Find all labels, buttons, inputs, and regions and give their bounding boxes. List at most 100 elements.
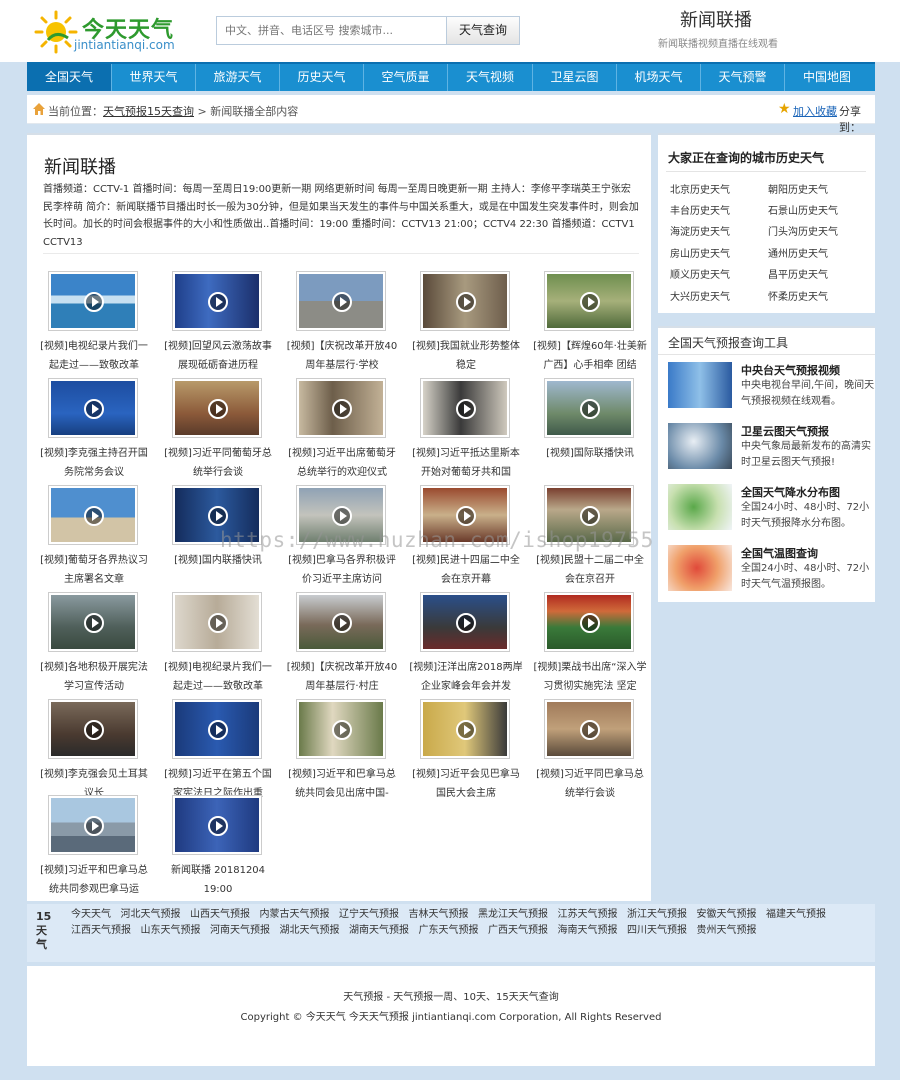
video-item[interactable]: [视频]电视纪录片我们一起走过——致敬改革	[40, 271, 164, 371]
nav-item[interactable]: 世界天气	[112, 64, 195, 91]
province-link[interactable]: 辽宁天气预报	[339, 907, 399, 923]
history-link[interactable]: 海淀历史天气	[670, 223, 730, 238]
province-link[interactable]: 内蒙古天气预报	[260, 907, 330, 923]
video-thumbnail[interactable]	[420, 592, 510, 652]
video-item[interactable]: [视频]葡萄牙各界热议习主席署名文章	[40, 485, 164, 585]
video-thumbnail[interactable]	[420, 378, 510, 438]
video-thumbnail[interactable]	[544, 485, 634, 545]
nav-item[interactable]: 天气预警	[701, 64, 784, 91]
video-title[interactable]: [视频]习近平和巴拿马总统共同会见出席中国-	[284, 765, 400, 803]
video-title[interactable]: [视频]国内联播快讯	[160, 551, 276, 589]
video-thumbnail[interactable]	[48, 378, 138, 438]
video-title[interactable]: [视频]电视纪录片我们一起走过——致敬改革	[36, 337, 152, 375]
tool-title[interactable]: 全国气温图查询	[741, 545, 818, 561]
video-title[interactable]: [视频]【辉煌60年·壮美新广西】心手相牵 团结	[532, 337, 648, 375]
video-item[interactable]: [视频]习近平在第五个国家宪法日之际作出重	[164, 699, 288, 799]
tool-item[interactable]: 全国气温图查询 全国24小时、48小时、72小时天气气温预报图。	[668, 545, 872, 601]
video-thumbnail[interactable]	[296, 485, 386, 545]
video-item[interactable]: [视频]习近平同巴拿马总统举行会谈	[536, 699, 660, 799]
video-thumbnail[interactable]	[172, 699, 262, 759]
history-link[interactable]: 怀柔历史天气	[768, 288, 828, 303]
history-link[interactable]: 房山历史天气	[670, 245, 730, 260]
video-thumbnail[interactable]	[296, 378, 386, 438]
video-title[interactable]: [视频]民进十四届二中全会在京开幕	[408, 551, 524, 589]
nav-item[interactable]: 机场天气	[617, 64, 700, 91]
video-item[interactable]: [视频]巴拿马各界积极评价习近平主席访问	[288, 485, 412, 585]
video-thumbnail[interactable]	[420, 271, 510, 331]
video-title[interactable]: [视频]【庆祝改革开放40周年基层行·村庄	[284, 658, 400, 696]
video-title[interactable]: [视频]栗战书出席“深入学习贯彻实施宪法 坚定	[532, 658, 648, 696]
search-button[interactable]: 天气查询	[446, 17, 519, 44]
tool-thumbnail[interactable]	[668, 484, 732, 530]
nav-item[interactable]: 历史天气	[280, 64, 363, 91]
video-thumbnail[interactable]	[48, 271, 138, 331]
video-item[interactable]: [视频]民进十四届二中全会在京开幕	[412, 485, 536, 585]
video-title[interactable]: [视频]各地积极开展宪法学习宣传活动	[36, 658, 152, 696]
video-item[interactable]: 新闻联播 20181204 19:00	[164, 795, 288, 895]
province-link[interactable]: 山西天气预报	[190, 907, 250, 923]
tool-title[interactable]: 全国天气降水分布图	[741, 484, 840, 500]
video-thumbnail[interactable]	[48, 795, 138, 855]
tool-title[interactable]: 卫星云图天气预报	[741, 423, 829, 439]
search-input[interactable]	[217, 17, 445, 44]
province-link[interactable]: 河南天气预报	[210, 923, 270, 939]
nav-item[interactable]: 卫星云图	[533, 64, 616, 91]
province-link[interactable]: 广西天气预报	[488, 923, 548, 939]
video-title[interactable]: [视频]巴拿马各界积极评价习近平主席访问	[284, 551, 400, 589]
tool-item[interactable]: 全国天气降水分布图 全国24小时、48小时、72小时天气预报降水分布图。	[668, 484, 872, 540]
video-thumbnail[interactable]	[296, 271, 386, 331]
video-title[interactable]: [视频]习近平和巴拿马总统共同参观巴拿马运	[36, 861, 152, 899]
video-title[interactable]: 新闻联播 20181204 19:00	[160, 861, 276, 899]
nav-item[interactable]: 全国天气	[27, 64, 111, 91]
video-item[interactable]: [视频]电视纪录片我们一起走过——致敬改革	[164, 592, 288, 692]
province-link[interactable]: 山东天气预报	[141, 923, 201, 939]
province-link[interactable]: 河北天气预报	[121, 907, 181, 923]
nav-item[interactable]: 旅游天气	[196, 64, 279, 91]
history-link[interactable]: 通州历史天气	[768, 245, 828, 260]
province-link[interactable]: 福建天气预报	[766, 907, 826, 923]
site-logo[interactable]: 今天天气 jintiantianqi.com	[34, 8, 194, 54]
video-thumbnail[interactable]	[172, 271, 262, 331]
video-item[interactable]: [视频]习近平会见巴拿马国民大会主席	[412, 699, 536, 799]
province-link[interactable]: 江西天气预报	[71, 923, 131, 939]
video-title[interactable]: [视频]国际联播快讯	[532, 444, 648, 482]
video-item[interactable]: [视频]习近平同葡萄牙总统举行会谈	[164, 378, 288, 478]
video-thumbnail[interactable]	[420, 699, 510, 759]
tool-thumbnail[interactable]	[668, 362, 732, 408]
video-item[interactable]: [视频]栗战书出席“深入学习贯彻实施宪法 坚定	[534, 592, 660, 692]
history-link[interactable]: 门头沟历史天气	[768, 223, 838, 238]
nav-item[interactable]: 天气视频	[448, 64, 532, 91]
nav-item[interactable]: 空气质量	[364, 64, 447, 91]
breadcrumb-link[interactable]: 天气预报15天查询	[103, 105, 194, 118]
province-link[interactable]: 湖南天气预报	[349, 923, 409, 939]
video-item[interactable]: [视频]习近平和巴拿马总统共同会见出席中国-	[288, 699, 412, 799]
tool-thumbnail[interactable]	[668, 423, 732, 469]
video-item[interactable]: [视频]习近平出席葡萄牙总统举行的欢迎仪式	[288, 378, 412, 478]
video-item[interactable]: [视频]民盟十二届二中全会在京召开	[536, 485, 660, 585]
video-title[interactable]: [视频]电视纪录片我们一起走过——致敬改革	[160, 658, 276, 696]
video-thumbnail[interactable]	[172, 795, 262, 855]
video-item[interactable]: [视频]习近平和巴拿马总统共同参观巴拿马运	[40, 795, 164, 895]
province-link[interactable]: 今天天气	[71, 907, 111, 923]
video-title[interactable]: [视频]我国就业形势整体稳定	[408, 337, 524, 375]
video-item[interactable]: [视频]李克强主持召开国务院常务会议	[40, 378, 164, 478]
video-thumbnail[interactable]	[296, 699, 386, 759]
video-item[interactable]: [视频]习近平抵达里斯本开始对葡萄牙共和国	[412, 378, 536, 478]
history-link[interactable]: 石景山历史天气	[768, 202, 838, 217]
video-title[interactable]: [视频]【庆祝改革开放40周年基层行·学校	[284, 337, 400, 375]
video-thumbnail[interactable]	[544, 378, 634, 438]
video-title[interactable]: [视频]汪洋出席2018两岸企业家峰会年会并发	[408, 658, 524, 696]
video-thumbnail[interactable]	[296, 592, 386, 652]
province-link[interactable]: 贵州天气预报	[697, 923, 757, 939]
province-link[interactable]: 浙江天气预报	[627, 907, 687, 923]
video-title[interactable]: [视频]民盟十二届二中全会在京召开	[532, 551, 648, 589]
video-title[interactable]: [视频]习近平同葡萄牙总统举行会谈	[160, 444, 276, 482]
video-thumbnail[interactable]	[544, 699, 634, 759]
history-link[interactable]: 朝阳历史天气	[768, 181, 828, 196]
video-item[interactable]: [视频]【辉煌60年·壮美新广西】心手相牵 团结	[533, 271, 660, 371]
province-link[interactable]: 海南天气预报	[558, 923, 618, 939]
tool-title[interactable]: 中央台天气预报视频	[741, 362, 840, 378]
video-item[interactable]: [视频]【庆祝改革开放40周年基层行·村庄	[287, 592, 412, 692]
history-link[interactable]: 北京历史天气	[670, 181, 730, 196]
video-title[interactable]: [视频]习近平抵达里斯本开始对葡萄牙共和国	[408, 444, 524, 482]
